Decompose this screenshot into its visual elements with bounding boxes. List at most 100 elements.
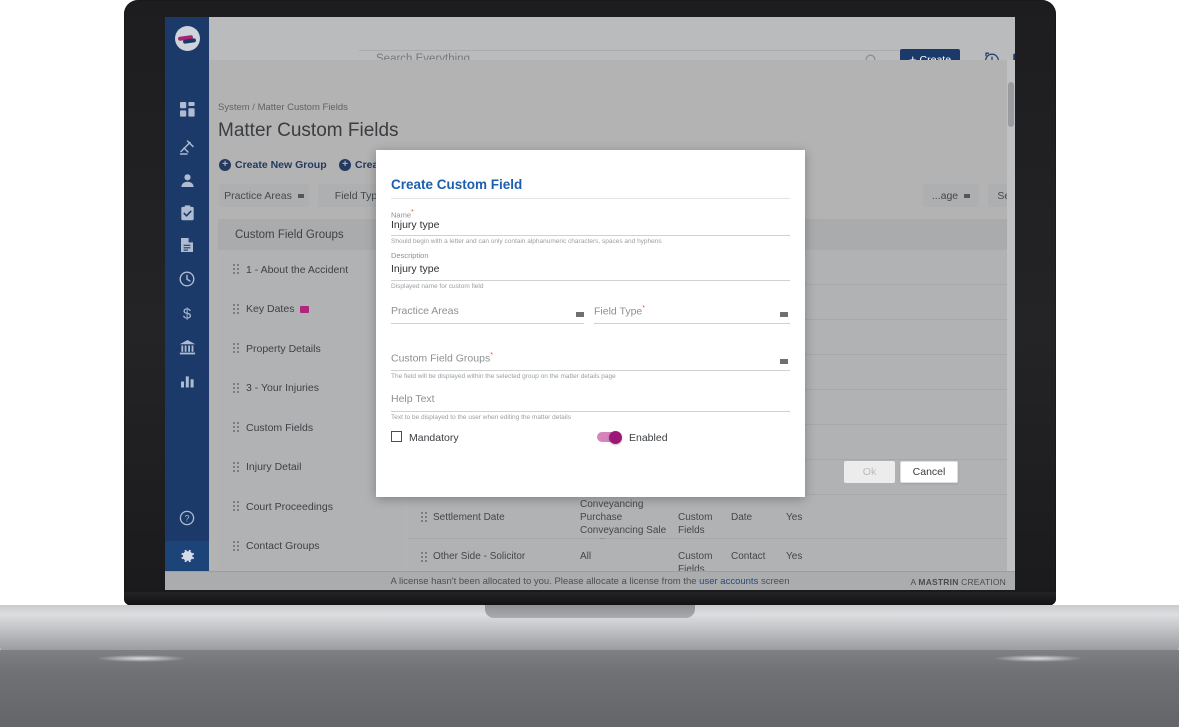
sidebar-item-accounts[interactable] xyxy=(165,332,209,362)
custom-field-groups-select[interactable]: Custom Field Groups* xyxy=(391,352,493,365)
caret-down-icon xyxy=(297,193,304,198)
drag-handle-icon[interactable] xyxy=(421,551,428,563)
sidebar-item-help[interactable]: ? xyxy=(165,503,209,533)
global-search[interactable]: Search Everything xyxy=(209,17,919,65)
laptop-frame: Search Everything + Create xyxy=(0,0,1179,727)
caret-down-icon xyxy=(964,193,971,198)
app-logo[interactable] xyxy=(165,17,209,60)
description-field-hint: Displayed name for custom field xyxy=(391,283,484,290)
field-type-caret-down-icon[interactable] xyxy=(780,312,788,317)
description-field-underline xyxy=(391,280,790,281)
required-asterisk: * xyxy=(642,305,645,312)
drag-handle-icon[interactable] xyxy=(233,461,240,473)
name-field-label: Name* xyxy=(391,209,414,220)
document-icon xyxy=(181,238,193,252)
drag-handle-icon[interactable] xyxy=(233,343,240,354)
sidebar-item-contacts[interactable] xyxy=(165,165,209,195)
practice-areas-underline xyxy=(391,323,584,324)
table-row[interactable]: Other Side - Solicitor All Custom Fields Co… xyxy=(408,539,1015,575)
required-asterisk: * xyxy=(490,352,493,359)
filter-practice-areas-label: Practice Areas xyxy=(224,189,292,202)
dialog-title-divider xyxy=(391,198,790,199)
help-circle-icon: ? xyxy=(179,510,195,526)
enabled-label: Enabled xyxy=(629,432,668,444)
drag-handle-icon[interactable] xyxy=(233,540,240,552)
create-custom-field-dialog: Create Custom Field Name* Injury type Sh… xyxy=(376,150,958,497)
breadcrumb: System / Matter Custom Fields xyxy=(218,102,348,113)
create-new-group-button[interactable]: + Create New Group xyxy=(219,159,327,171)
search-underline xyxy=(359,50,919,51)
top-header-bar: Search Everything + Create xyxy=(165,17,1015,71)
table-row[interactable]: Settlement Date Conveyancing Purchase Conv… xyxy=(408,495,1015,549)
laptop-foot-right xyxy=(993,655,1083,662)
mandatory-checkbox[interactable] xyxy=(391,431,402,442)
mastrin-logo-icon xyxy=(174,26,200,51)
brand-suffix: CREATION xyxy=(958,577,1006,587)
cancel-button[interactable]: Cancel xyxy=(900,461,958,483)
filter-field-type-label: Field Typ xyxy=(334,189,378,202)
table-cell: Settlement Date xyxy=(433,511,505,523)
drag-handle-icon[interactable] xyxy=(233,382,240,394)
laptop-base-shadow xyxy=(0,650,1179,727)
application-window: Search Everything + Create xyxy=(165,17,1015,590)
filter-package[interactable]: ...age xyxy=(923,184,979,207)
table-cell: Yes xyxy=(786,551,803,562)
person-icon xyxy=(180,173,194,187)
group-list-item-label: Property Details xyxy=(246,342,321,355)
field-type-select[interactable]: Field Type* xyxy=(594,305,645,318)
name-input[interactable]: Injury type xyxy=(391,219,439,231)
description-input[interactable]: Injury type xyxy=(391,263,439,275)
group-list-item-label: Contact Groups xyxy=(246,540,320,553)
sidebar-item-documents[interactable] xyxy=(165,230,209,260)
help-text-input[interactable]: Help Text xyxy=(391,393,435,405)
package-badge-icon xyxy=(300,305,310,313)
gear-icon xyxy=(181,549,194,563)
help-text-underline xyxy=(391,411,790,412)
drag-handle-icon[interactable] xyxy=(233,422,240,433)
sidebar-item-settings[interactable] xyxy=(165,541,209,571)
page-title: Matter Custom Fields xyxy=(218,120,399,141)
help-text-hint: Text to be displayed to the user when ed… xyxy=(391,414,571,421)
enabled-toggle[interactable] xyxy=(597,431,623,444)
sidebar-item-dashboard[interactable] xyxy=(165,94,209,124)
user-accounts-link[interactable]: user accounts xyxy=(699,576,758,587)
footer-bar: A license hasn't been allocated to you. … xyxy=(165,571,1015,590)
group-list-item[interactable]: Contact Groups xyxy=(218,527,403,567)
dollar-icon: $ xyxy=(183,305,192,322)
practice-areas-select[interactable]: Practice Areas xyxy=(391,305,459,317)
brand-credit: A MASTRIN CREATION xyxy=(910,577,1006,587)
license-message-before: A license hasn't been allocated to you. … xyxy=(390,575,697,587)
description-field-label: Description xyxy=(391,251,429,260)
vertical-scrollbar[interactable] xyxy=(1007,60,1015,590)
sidebar-item-matters[interactable] xyxy=(165,132,209,162)
dialog-title: Create Custom Field xyxy=(391,177,523,192)
screen: Search Everything + Create xyxy=(165,17,1015,590)
left-navigation-rail: $ ? xyxy=(165,60,209,590)
drag-handle-icon[interactable] xyxy=(233,501,240,512)
scrollbar-thumb[interactable] xyxy=(1008,82,1014,127)
sidebar-item-tasks[interactable] xyxy=(165,198,209,228)
practice-areas-caret-down-icon[interactable] xyxy=(576,312,584,317)
drag-handle-icon[interactable] xyxy=(233,264,240,275)
create-new-group-label: Create New Group xyxy=(235,159,327,171)
table-cell: All xyxy=(580,551,592,562)
table-cell: Other Side - Solicitor xyxy=(433,551,526,562)
drag-handle-icon[interactable] xyxy=(233,303,240,315)
group-list-item-label: Court Proceedings xyxy=(246,500,333,513)
svg-text:$: $ xyxy=(183,305,192,322)
custom-field-groups-caret-down-icon[interactable] xyxy=(780,359,788,364)
sidebar-item-time[interactable] xyxy=(165,264,209,294)
table-cell: Custom Fields xyxy=(678,511,713,536)
drag-handle-icon[interactable] xyxy=(421,512,428,523)
bar-chart-icon xyxy=(180,375,194,387)
table-cell: Yes xyxy=(786,511,803,523)
name-field-underline xyxy=(391,235,790,236)
laptop-foot-left xyxy=(96,655,186,662)
filter-practice-areas[interactable]: Practice Areas xyxy=(219,184,309,207)
laptop-lid-base xyxy=(124,592,1056,606)
custom-field-groups-hint: The field will be displayed within the s… xyxy=(391,373,616,380)
ok-button[interactable]: Ok xyxy=(844,461,895,483)
sidebar-item-billing[interactable]: $ xyxy=(165,298,209,328)
group-list-item-label: 1 - About the Accident xyxy=(246,263,349,276)
sidebar-item-reports[interactable] xyxy=(165,365,209,395)
